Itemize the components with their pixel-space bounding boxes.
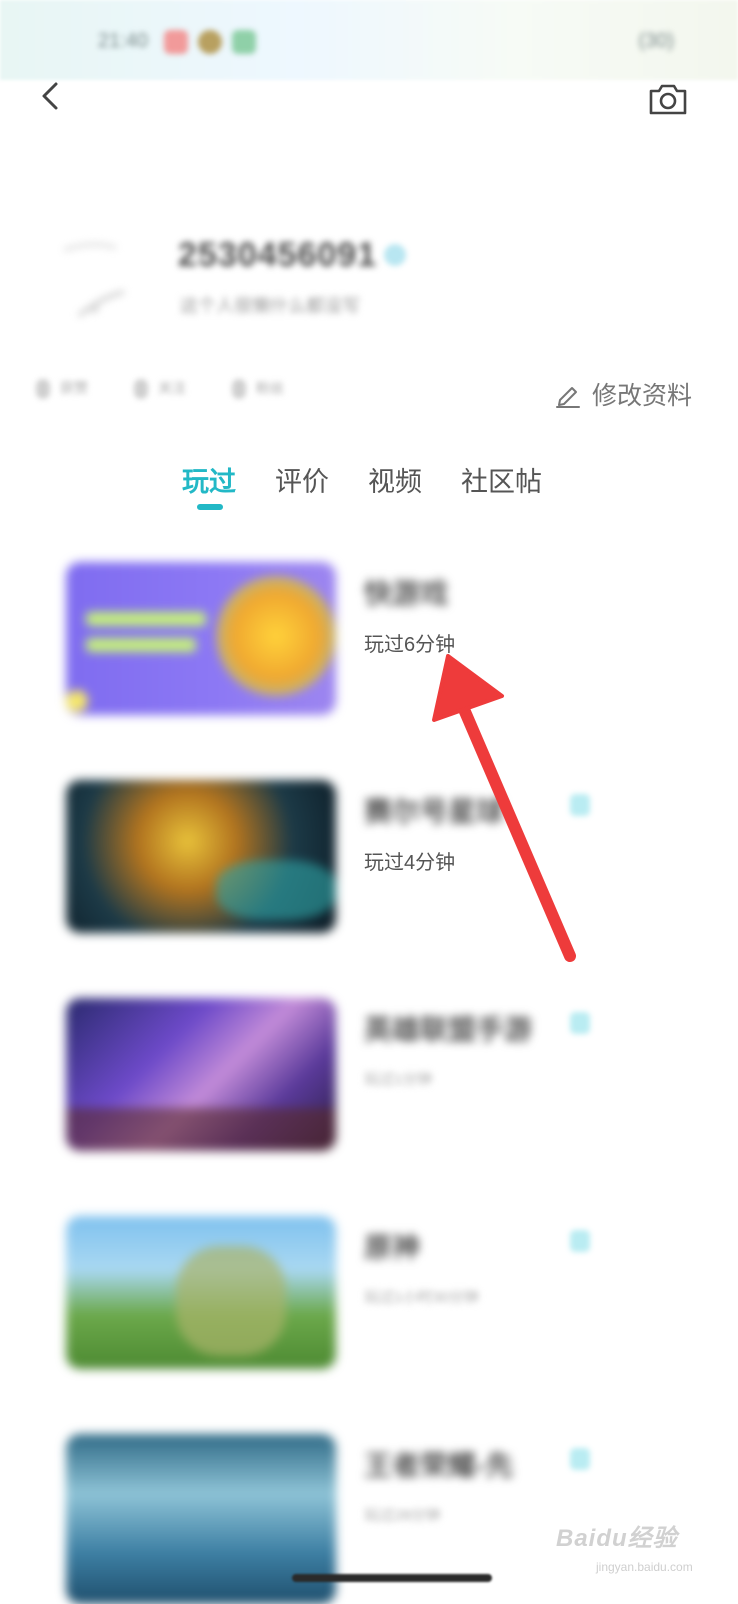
game-title: 王者荣耀-先 [364,1450,514,1481]
annotation-arrow-icon [432,654,576,962]
notification-icon [164,30,188,54]
status-time: 21:40 [98,30,149,52]
chevron-left-icon[interactable] [34,78,70,114]
watermark: Baidu经验 [556,1525,678,1552]
stat-likes[interactable]: 获赞 [36,378,88,400]
app-icon [232,30,256,54]
tab-posts[interactable]: 社区帖 [461,460,542,499]
game-title: 快游戏 [364,578,449,609]
tab-reviews[interactable]: 评价 [275,460,329,499]
game-thumbnail[interactable] [66,780,336,933]
game-playtime: 玩过1小时30分钟 [364,1289,480,1306]
followers-icon [232,379,246,400]
stat-following[interactable]: 关注 [134,378,186,400]
tab-videos[interactable]: 视频 [368,460,422,499]
pencil-icon [556,387,580,408]
app-icon [198,30,222,54]
watermark-url: jingyan.baidu.com [596,1560,693,1574]
game-badge [570,1448,590,1470]
user-bio: 这个人很懒什么都没写 [180,296,360,316]
edit-profile-label: 修改资料 [592,382,693,410]
game-thumbnail[interactable] [66,998,336,1151]
camera-icon[interactable] [648,82,688,116]
game-badge [570,1230,590,1252]
user-id: 2530456091 [178,236,378,274]
verified-icon [384,244,406,266]
game-title: 原神 [364,1232,421,1263]
game-title: 英雄联盟手游 [364,1014,533,1045]
game-thumbnail[interactable] [66,1216,336,1369]
stat-followers[interactable]: 粉丝 [232,378,284,400]
like-icon [36,379,50,400]
status-battery: (30) [638,30,674,52]
game-thumbnail[interactable] [66,562,336,715]
game-badge [570,1012,590,1034]
game-playtime: 玩过28分钟 [364,1507,441,1524]
tab-played[interactable]: 玩过 [182,460,236,499]
home-indicator[interactable] [292,1574,492,1582]
game-playtime: 玩过1分钟 [364,1071,433,1088]
avatar[interactable] [54,228,144,328]
edit-profile-button[interactable]: 修改资料 [554,376,692,412]
tab-indicator [197,504,223,510]
following-icon [134,379,148,400]
